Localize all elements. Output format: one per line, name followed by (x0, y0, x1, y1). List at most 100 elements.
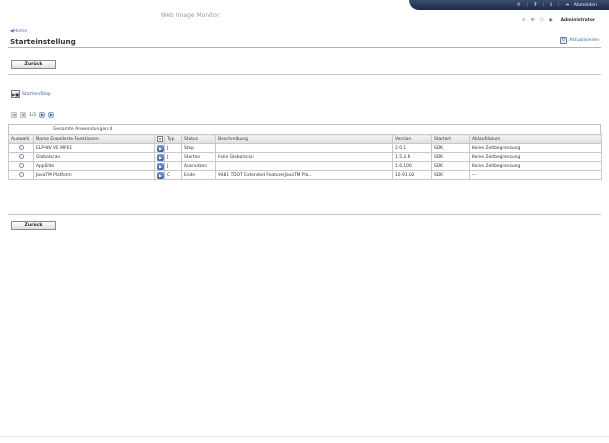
expiry-cell: Keine Zeitbegrenzung (469, 161, 602, 171)
detail-cell: ▶ (154, 152, 165, 162)
detail-header-icon: ≡ (157, 135, 163, 142)
search-icon[interactable]: ⚲ (517, 3, 520, 8)
table-row[interactable]: Globalscan ▶ J Starten Folio Globalscan … (8, 152, 602, 162)
separator: | (557, 2, 560, 8)
description-cell: Folio Globalscan (215, 152, 393, 162)
table-row[interactable]: JavaTM Platform ▶ C Ende 9481 TDOT Exten… (8, 170, 602, 180)
col-header-description: Beschreibung (215, 134, 393, 144)
footer-divider (0, 436, 609, 437)
applications-table: Gesamte Anwendungen:4 Auswahl Name Erwei… (8, 124, 602, 180)
divider (8, 74, 601, 75)
col-header-startart: Startart (431, 134, 470, 144)
user-name: Administrator (560, 17, 595, 23)
detail-cell: ▶ (154, 170, 165, 180)
detail-cell: ▶ (154, 143, 165, 153)
help-icon[interactable]: ? (534, 3, 537, 8)
name-cell: AppSlite (33, 161, 155, 171)
description-cell (215, 143, 393, 153)
startart-cell: SDK (431, 143, 470, 153)
col-header-type: Typ (164, 134, 182, 144)
breadcrumb-home[interactable]: ◀Home (10, 29, 27, 34)
select-cell (8, 152, 34, 162)
type-cell: J (164, 161, 182, 171)
name-cell: Globalscan (33, 152, 155, 162)
startstop-label: Starten/Stop (22, 91, 51, 97)
startart-cell: SDK (431, 161, 470, 171)
last-page-icon[interactable]: ▶ (48, 112, 55, 118)
name-cell: ELP-NV VE MF61 (33, 143, 155, 153)
col-header-select: Auswahl (8, 134, 34, 144)
detail-icon[interactable]: ▶ (157, 162, 164, 170)
user-icon: ◉ (548, 17, 553, 23)
expiry-cell: Keine Zeitbegrenzung (469, 152, 602, 162)
logout-icon: ➜ (565, 2, 570, 8)
page-header: Starteinstellung ↻ Aktualisieren (8, 36, 601, 48)
col-header-status: Status (181, 134, 216, 144)
table-header-row: Auswahl Name Erweiterte Funktionen ≡ Typ… (8, 134, 602, 144)
refresh-button[interactable]: ↻ Aktualisieren (560, 37, 599, 44)
top-nav-strip: ⚲ | ? | i | ➜ Abmelden (409, 0, 609, 10)
version-cell: 10.91.02 (392, 170, 432, 180)
refresh-icon: ↻ (560, 37, 568, 44)
startstop-button[interactable]: ▶■ Starten/Stop (11, 90, 51, 98)
status-cell: Ausnutzen (181, 161, 216, 171)
table-row[interactable]: ELP-NV VE MF61 ▶ J Stop 2.0.1 SDK Keine … (8, 143, 602, 153)
select-radio[interactable] (18, 154, 24, 159)
select-radio[interactable] (18, 172, 24, 177)
refresh-label: Aktualisieren (569, 38, 599, 43)
version-cell: 1.6.100 (392, 161, 432, 171)
col-header-detail: ≡ (154, 134, 165, 144)
app-title: Web Image Monitor (160, 12, 220, 19)
detail-icon[interactable]: ▶ (157, 171, 164, 179)
detail-cell: ▶ (154, 161, 165, 171)
divider (8, 214, 601, 215)
select-cell (8, 170, 34, 180)
total-count: Gesamte Anwendungen:4 (8, 124, 601, 134)
table-row[interactable]: AppSlite ▶ J Ausnutzen 1.6.100 SDK Keine… (8, 161, 602, 171)
page-indicator: 1/2 (29, 112, 37, 118)
status-cell: Stop (181, 143, 216, 153)
top-bar: Web Image Monitor ⚲ | ? | i | ➜ Abmelden… (0, 0, 609, 27)
col-header-version: Version (392, 134, 432, 144)
col-header-name: Name Erweiterte Funktionen (33, 134, 155, 144)
select-radio[interactable] (18, 145, 24, 150)
detail-icon[interactable]: ▶ (157, 153, 164, 161)
select-radio[interactable] (18, 163, 24, 168)
startart-cell: SDK (431, 152, 470, 162)
mail-icon[interactable]: ✉ (531, 18, 535, 23)
info-icon[interactable]: i (550, 3, 552, 8)
back-button-top[interactable]: Zurück (11, 60, 56, 69)
back-button-bottom[interactable]: Zurück (11, 221, 56, 230)
detail-icon[interactable]: ▶ (157, 144, 164, 152)
description-cell (215, 161, 393, 171)
home-link-label: Home (13, 29, 28, 34)
status-cell: Starten (181, 152, 216, 162)
separator: | (526, 2, 528, 8)
warning-icon[interactable]: ⚠ (522, 18, 526, 23)
version-cell: 2.0.1 (392, 143, 432, 153)
startart-cell: SDK (431, 170, 470, 180)
prev-page-icon[interactable]: ◀ (20, 112, 26, 118)
next-page-icon[interactable]: ▶ (39, 112, 46, 118)
logout-label: Abmelden (573, 2, 597, 8)
pagination: ◀ ◀ 1/2 ▶ ▶ (11, 112, 55, 118)
description-cell: 9481 TDOT Extended Feature(JavaTM Pla... (215, 170, 393, 180)
status-cell: Ende (181, 170, 216, 180)
select-cell (8, 161, 34, 171)
name-cell: JavaTM Platform (33, 170, 155, 180)
type-cell: C (164, 170, 182, 180)
user-line: ⚠ ✉ ⓘ ◉ Administrator (522, 17, 595, 24)
select-cell (8, 143, 34, 153)
expiry-cell: Keine Zeitbegrenzung (469, 143, 602, 153)
logout-button[interactable]: ➜ Abmelden (565, 3, 597, 8)
col-header-expiry: Ablaufdatum (469, 134, 602, 144)
expiry-cell: --- (469, 170, 602, 180)
info-circle-icon[interactable]: ⓘ (539, 17, 543, 23)
version-cell: 1.5.2.6 (392, 152, 432, 162)
page-title: Starteinstellung (10, 37, 76, 46)
type-cell: J (164, 143, 182, 153)
first-page-icon[interactable]: ◀ (11, 112, 17, 118)
type-cell: J (164, 152, 182, 162)
separator: | (542, 2, 545, 8)
startstop-icon: ▶■ (11, 90, 20, 98)
